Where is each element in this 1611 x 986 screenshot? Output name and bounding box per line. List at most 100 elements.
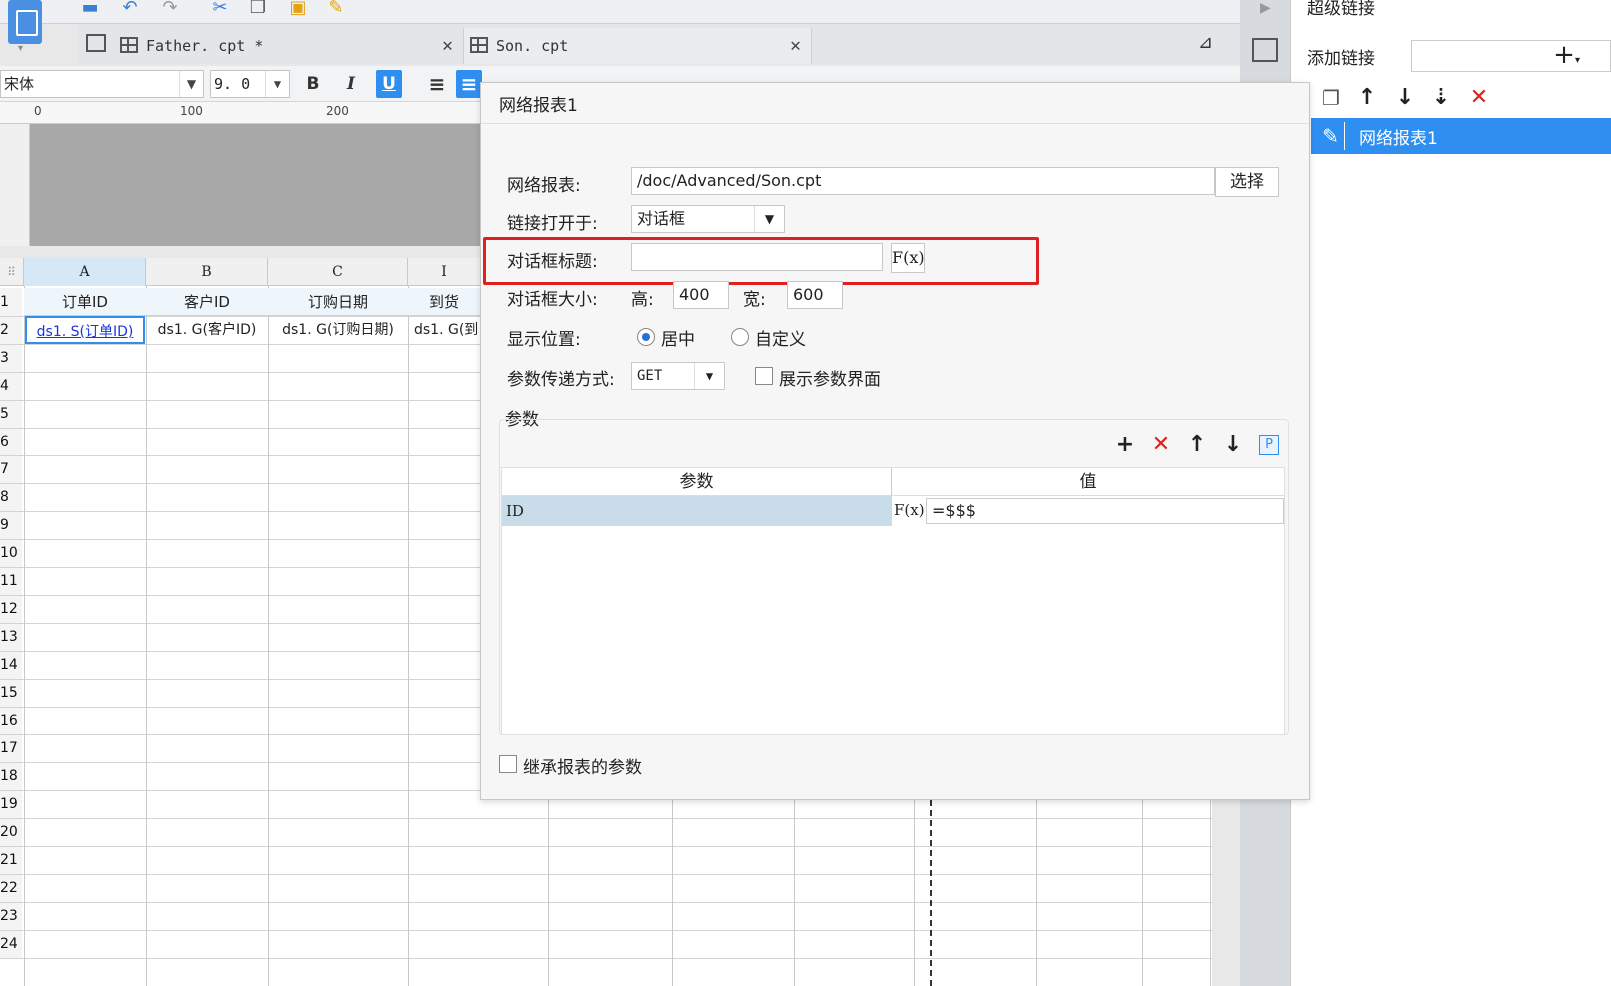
row-header[interactable]: 10 — [0, 539, 22, 568]
param-formula-button[interactable]: F(x) — [894, 498, 925, 524]
cell-d1[interactable]: 到货 — [408, 288, 480, 316]
font-size-select[interactable]: 9. 0 ▼ — [210, 70, 290, 98]
param-value-input[interactable]: =$$$ — [926, 498, 1284, 524]
align-center-icon[interactable]: ≡ — [456, 70, 482, 98]
row-header[interactable]: 19 — [0, 790, 22, 819]
delete-param-icon[interactable]: ✕ — [1147, 431, 1175, 459]
align-left-icon[interactable]: ≡ — [424, 70, 450, 98]
column-header-d[interactable]: I — [408, 258, 480, 286]
cell-c1[interactable]: 订购日期 — [268, 288, 408, 316]
row-header[interactable]: 5 — [0, 399, 22, 428]
row-header[interactable]: 21 — [0, 846, 22, 874]
row-header[interactable]: 18 — [0, 762, 22, 791]
row-header[interactable]: 9 — [0, 511, 22, 540]
grid-line — [0, 818, 1212, 820]
param-name-cell[interactable]: ID — [502, 496, 892, 526]
row-header[interactable]: 17 — [0, 734, 22, 763]
column-header-a[interactable]: A — [24, 258, 146, 286]
save-icon[interactable]: ▬ — [78, 0, 102, 18]
show-params-checkbox[interactable] — [755, 367, 773, 385]
chevron-down-icon[interactable]: ▾ — [18, 44, 28, 54]
select-all-icon[interactable]: ⠿ — [0, 258, 24, 286]
tab-menu-icon[interactable]: ⊿ — [1198, 32, 1213, 53]
arrow-down-icon[interactable]: ↓ — [1219, 431, 1247, 459]
param-method-label: 参数传递方式: — [507, 370, 615, 390]
cell-a1[interactable]: 订单ID — [24, 288, 146, 316]
close-icon[interactable]: ✕ — [442, 28, 453, 64]
font-value: 宋体 — [4, 75, 35, 93]
radio-center[interactable] — [637, 328, 655, 346]
tab-son[interactable]: Son. cpt ✕ — [464, 28, 812, 64]
redo-icon[interactable]: ↷ — [158, 0, 182, 18]
paste-icon[interactable]: ▣ — [286, 0, 310, 18]
width-input[interactable]: 600 — [787, 281, 843, 309]
add-param-icon[interactable]: + — [1111, 431, 1139, 459]
cut-icon[interactable]: ✂ — [208, 0, 232, 18]
undo-icon[interactable]: ↶ — [118, 0, 142, 18]
row-header[interactable]: 12 — [0, 594, 22, 623]
tab-father[interactable]: Father. cpt * ✕ — [114, 28, 464, 64]
row-header[interactable]: 20 — [0, 818, 22, 847]
italic-button[interactable]: I — [338, 70, 364, 98]
cell-b1[interactable]: 客户ID — [146, 288, 268, 316]
cell-d2[interactable]: ds1. G(到 — [408, 316, 480, 344]
radio-custom[interactable] — [731, 328, 749, 346]
row-header[interactable]: 16 — [0, 706, 22, 735]
row-header[interactable]: 8 — [0, 483, 22, 512]
copy-icon[interactable]: ❐ — [1317, 84, 1345, 112]
sort-down-icon[interactable]: ⇣ — [1427, 84, 1455, 112]
delete-icon[interactable]: ✕ — [1465, 84, 1493, 112]
height-input[interactable]: 400 — [673, 281, 729, 309]
row-header[interactable]: 24 — [0, 929, 22, 958]
grid-line — [0, 929, 1212, 931]
divider — [481, 123, 1309, 124]
copy-icon[interactable]: ❐ — [246, 0, 270, 18]
grid-line — [0, 957, 1212, 959]
underline-button[interactable]: U — [376, 70, 402, 98]
params-table: 参数 值 ID F(x) =$$$ — [501, 467, 1285, 735]
grid-icon[interactable] — [86, 34, 106, 52]
app-logo-icon[interactable] — [8, 0, 42, 44]
play-icon[interactable]: ▶ — [1260, 0, 1271, 16]
bold-button[interactable]: B — [300, 70, 326, 98]
row-header[interactable]: 6 — [0, 427, 22, 456]
report-path-input[interactable]: /doc/Advanced/Son.cpt — [631, 167, 1215, 195]
cell-b2[interactable]: ds1. G(客户ID) — [146, 316, 268, 344]
custom-label: 自定义 — [755, 330, 806, 350]
row-header[interactable]: 3 — [0, 343, 22, 372]
formula-button[interactable]: F(x) — [891, 243, 925, 273]
link-item-selected[interactable]: ✎ 网络报表1 — [1311, 118, 1611, 154]
dialog-title: 网络报表1 — [499, 96, 578, 116]
row-header[interactable]: 7 — [0, 455, 22, 484]
row-header[interactable]: 13 — [0, 622, 22, 651]
row-header[interactable]: 15 — [0, 678, 22, 707]
font-size-value: 9. 0 — [214, 75, 251, 93]
column-header-c[interactable]: C — [268, 258, 408, 286]
add-link-label: 添加链接 — [1307, 49, 1375, 69]
arrow-down-icon[interactable]: ↓ — [1391, 84, 1419, 112]
column-header-b[interactable]: B — [146, 258, 268, 286]
row-header[interactable]: 1 — [0, 288, 22, 316]
row-header[interactable]: 2 — [0, 315, 22, 344]
close-icon[interactable]: ✕ — [790, 28, 801, 64]
param-method-select[interactable]: GET ▼ — [631, 362, 725, 390]
layout-icon[interactable] — [1252, 38, 1278, 62]
dialog-title-input[interactable] — [631, 243, 883, 271]
hyperlink-panel: 超级链接 添加链接 +▾ ❐ ↑ ↓ ⇣ ✕ ✎ 网络报表1 — [1290, 0, 1611, 986]
cell-c2[interactable]: ds1. G(订购日期) — [268, 316, 408, 344]
select-button[interactable]: 选择 — [1215, 167, 1279, 197]
cell-a2[interactable]: ds1. S(订单ID) — [25, 316, 145, 344]
inherit-params-checkbox[interactable] — [499, 755, 517, 773]
arrow-up-icon[interactable]: ↑ — [1353, 84, 1381, 112]
row-header[interactable]: 22 — [0, 873, 22, 902]
row-header[interactable]: 4 — [0, 371, 22, 400]
param-p-icon[interactable]: P — [1259, 435, 1279, 455]
format-brush-icon[interactable]: ✎ — [324, 0, 348, 18]
font-select[interactable]: 宋体 ▼ — [0, 70, 204, 98]
open-in-select[interactable]: 对话框 ▼ — [631, 205, 785, 233]
row-header[interactable]: 14 — [0, 650, 22, 679]
arrow-up-icon[interactable]: ↑ — [1183, 431, 1211, 459]
row-header[interactable]: 11 — [0, 567, 22, 595]
add-link-button[interactable]: +▾ — [1411, 40, 1611, 72]
row-header[interactable]: 23 — [0, 901, 22, 930]
